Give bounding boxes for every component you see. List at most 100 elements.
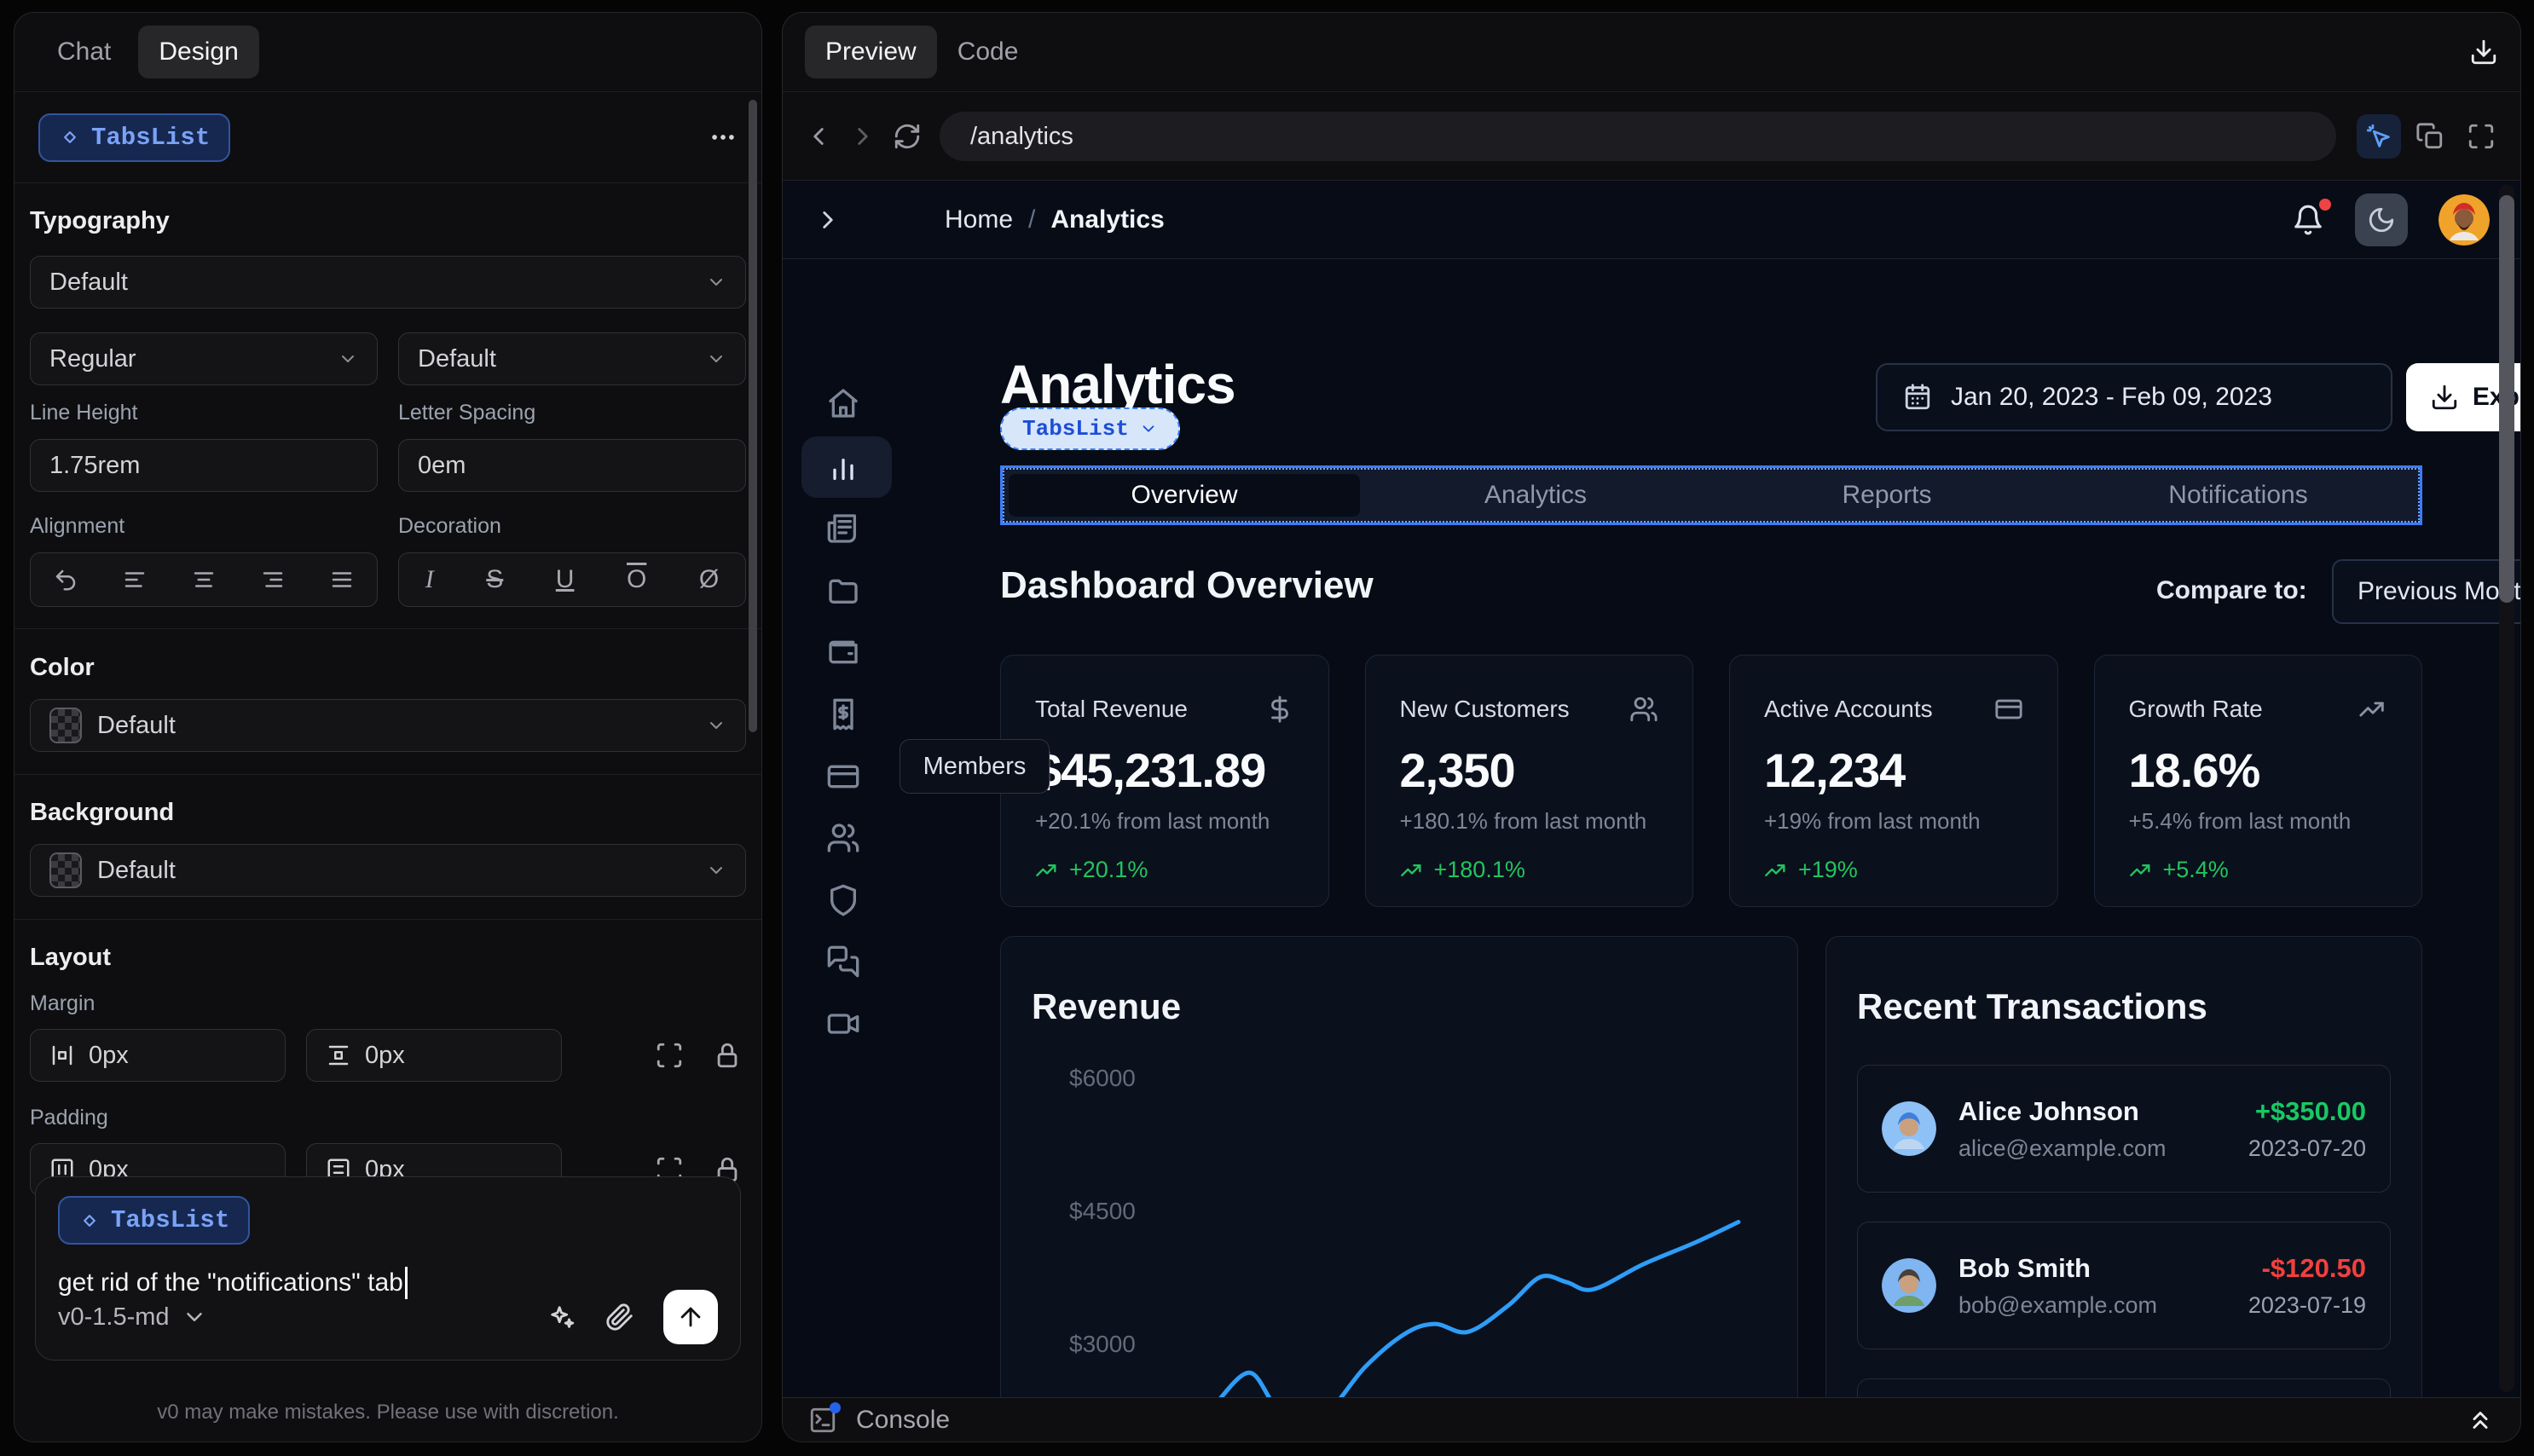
diamond-icon (59, 126, 81, 148)
user-avatar[interactable] (2439, 194, 2490, 246)
sparkles-icon[interactable] (547, 1303, 576, 1332)
notifications-button[interactable] (2292, 198, 2331, 236)
model-select[interactable]: v0-1.5-md (58, 1303, 207, 1332)
rail-item-bar-chart[interactable] (826, 450, 860, 484)
theme-toggle-button[interactable] (2355, 193, 2408, 246)
no-decoration-button[interactable]: Ø (699, 565, 719, 594)
date-range-value: Jan 20, 2023 - Feb 09, 2023 (1951, 383, 2272, 411)
attach-icon[interactable] (605, 1303, 634, 1332)
underline-button[interactable]: U (556, 565, 575, 594)
font-size-select[interactable]: Default (398, 332, 746, 385)
undo-icon[interactable] (53, 567, 78, 592)
font-family-select[interactable]: Default (30, 256, 746, 309)
tab-chat[interactable]: Chat (37, 26, 131, 78)
y-axis-tick: $4500 (1069, 1198, 1136, 1224)
moon-icon (2367, 205, 2396, 234)
transaction-row[interactable]: Bob Smith bob@example.com -$120.50 2023-07-… (1857, 1222, 2391, 1349)
stat-card: Active Accounts 12,234 +19% from last mont… (1729, 655, 2058, 907)
transaction-row[interactable] (1857, 1378, 2391, 1397)
y-axis-tick: $3000 (1069, 1331, 1136, 1357)
transaction-row[interactable]: Alice Johnson alice@example.com +$350.00 20… (1857, 1065, 2391, 1193)
stat-title: Active Accounts (1764, 696, 1933, 722)
line-height-input[interactable]: 1.75rem (30, 439, 378, 492)
stat-delta: +19% (1764, 857, 2023, 883)
dashboard-tab-overview[interactable]: Overview (1009, 474, 1360, 517)
more-options-icon[interactable] (709, 123, 738, 152)
rail-item-shield[interactable] (826, 883, 860, 917)
rail-item-video[interactable] (826, 1007, 860, 1041)
copy-button[interactable] (2408, 114, 2452, 159)
rail-item-wallet[interactable] (826, 635, 860, 669)
dashboard-tab-notifications[interactable]: Notifications (2062, 474, 2414, 517)
divider (14, 919, 761, 920)
chevrons-up-icon[interactable] (2466, 1406, 2495, 1435)
tab-preview[interactable]: Preview (805, 26, 937, 78)
font-weight-select[interactable]: Regular (30, 332, 378, 385)
overline-button[interactable]: O (627, 565, 646, 594)
back-button[interactable] (800, 111, 837, 162)
composer-chip-label: TabsList (111, 1206, 230, 1234)
users-icon (1629, 695, 1658, 724)
margin-lock-button[interactable] (709, 1031, 746, 1079)
tab-design[interactable]: Design (138, 26, 259, 78)
forward-button[interactable] (844, 111, 882, 162)
sidebar-expand-icon[interactable] (813, 205, 842, 234)
trending-up-icon (2358, 695, 2387, 724)
margin-y-input[interactable]: 0px (306, 1029, 562, 1082)
url-text: /analytics (970, 122, 1073, 150)
dashboard-nav-rail (783, 259, 902, 1397)
breadcrumb: Home / Analytics (945, 205, 1165, 234)
selected-element-chip[interactable]: TabsList (1000, 407, 1180, 450)
align-left-icon[interactable] (122, 567, 148, 592)
color-select[interactable]: Default (30, 699, 746, 752)
rail-item-users[interactable] (826, 821, 860, 855)
italic-button[interactable]: I (425, 565, 434, 594)
preview-panel: Preview Code /analytics Home / Analytics (782, 12, 2521, 1442)
align-right-icon[interactable] (260, 567, 286, 592)
align-justify-icon[interactable] (329, 567, 355, 592)
margin-label: Margin (30, 991, 95, 1015)
rail-item-credit-card[interactable] (826, 760, 860, 794)
rail-item-home[interactable] (826, 386, 860, 420)
date-range-picker[interactable]: Jan 20, 2023 - Feb 09, 2023 (1876, 363, 2392, 431)
rail-item-folder[interactable] (826, 574, 860, 608)
rail-item-messages[interactable] (826, 945, 860, 979)
margin-x-input[interactable]: 0px (30, 1029, 286, 1082)
stat-value: $45,231.89 (1035, 743, 1266, 797)
breadcrumb-home[interactable]: Home (945, 205, 1013, 234)
preview-viewport: Home / Analytics Members Analytics TabsL… (783, 181, 2520, 1397)
selected-component-chip[interactable]: TabsList (38, 113, 231, 162)
stat-value: 18.6% (2128, 743, 2261, 797)
revenue-chart-title: Revenue (1032, 986, 1182, 1026)
refresh-button[interactable] (888, 111, 926, 162)
stat-title: Growth Rate (2128, 696, 2263, 722)
download-icon[interactable] (2469, 38, 2498, 66)
tab-code[interactable]: Code (937, 26, 1039, 78)
design-select-button[interactable] (2357, 114, 2401, 159)
design-sidebar: Chat Design TabsList Typography Default … (14, 12, 762, 1442)
prompt-composer[interactable]: TabsList get rid of the "notifications" … (35, 1176, 741, 1361)
color-section-label: Color (30, 654, 95, 681)
margin-expand-button[interactable] (651, 1031, 688, 1079)
stat-subtext: +20.1% from last month (1035, 808, 1270, 834)
align-center-icon[interactable] (191, 567, 217, 592)
preview-scrollbar-thumb[interactable] (2499, 195, 2514, 603)
composer-component-chip[interactable]: TabsList (58, 1196, 251, 1245)
selected-component-label: TabsList (91, 123, 211, 152)
compare-select[interactable]: Previous Month (2332, 559, 2520, 624)
console-bar[interactable]: Console (783, 1397, 2520, 1442)
rail-item-receipt[interactable] (826, 697, 860, 731)
send-button[interactable] (663, 1290, 718, 1344)
dashboard-tab-analytics[interactable]: Analytics (1360, 474, 1711, 517)
letter-spacing-input[interactable]: 0em (398, 439, 746, 492)
lock-icon (713, 1041, 742, 1070)
strikethrough-button[interactable]: S (486, 565, 503, 594)
background-select[interactable]: Default (30, 844, 746, 897)
dashboard-tab-reports[interactable]: Reports (1711, 474, 2062, 517)
sidebar-scrollbar[interactable] (749, 100, 757, 732)
fullscreen-button[interactable] (2459, 114, 2503, 159)
url-input[interactable]: /analytics (940, 112, 2336, 161)
calendar-icon (1903, 383, 1932, 412)
rail-item-newspaper[interactable] (826, 511, 860, 546)
page-title: Analytics (1000, 354, 1236, 415)
